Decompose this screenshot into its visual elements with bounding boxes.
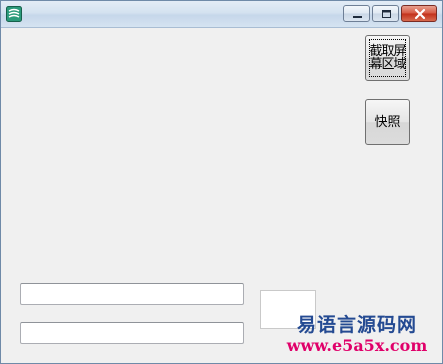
app-window: 截取屏幕区域 快照 易语言源码网 www.e5a5x.com [0, 0, 443, 364]
snapshot-button[interactable]: 快照 [365, 99, 410, 145]
minimize-icon [353, 16, 362, 18]
app-logo-icon[interactable] [6, 6, 22, 22]
watermark-title: 易语言源码网 [296, 314, 417, 336]
text-field-1[interactable] [20, 283, 244, 305]
title-bar[interactable] [1, 1, 442, 28]
close-icon [414, 8, 426, 20]
text-field-2[interactable] [20, 322, 244, 344]
maximize-icon [382, 10, 391, 18]
capture-screen-region-button[interactable]: 截取屏幕区域 [365, 35, 410, 81]
close-button[interactable] [401, 5, 437, 22]
maximize-button[interactable] [372, 5, 399, 22]
minimize-button[interactable] [343, 5, 370, 22]
site-watermark: 易语言源码网 www.e5a5x.com [282, 314, 432, 356]
watermark-url: www.e5a5x.com [286, 336, 428, 355]
